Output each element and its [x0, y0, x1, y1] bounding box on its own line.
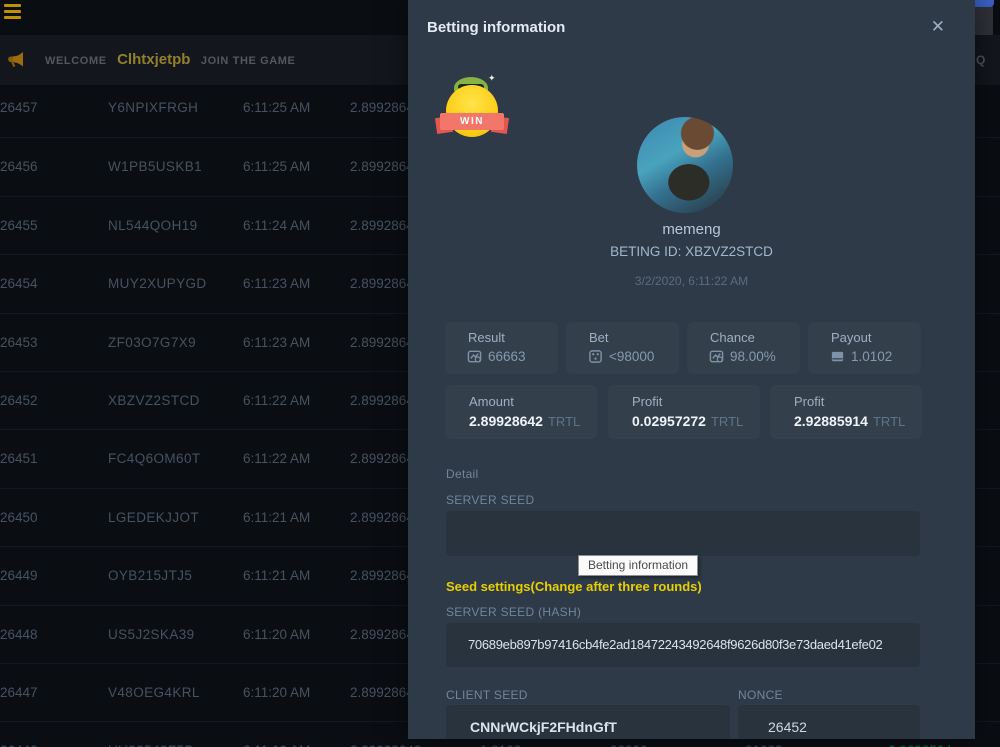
- player-cell: MUY2XUPYGD: [108, 255, 207, 313]
- time-cell: 6:11:20 AM: [243, 606, 310, 664]
- player-cell: W1PB5USKB1: [108, 138, 202, 196]
- bet-id-cell: 26447: [0, 664, 38, 722]
- server-seed-label: SERVER SEED: [446, 493, 534, 507]
- player-cell: UU22542F5B: [108, 722, 194, 747]
- bet-id-cell: 26446: [0, 722, 38, 747]
- menu-icon[interactable]: [4, 4, 21, 20]
- bet-id-cell: 26454: [0, 255, 38, 313]
- profit-value: 2.92885914: [794, 413, 868, 429]
- detail-label: Detail: [446, 467, 478, 481]
- chart-check-icon: [467, 349, 482, 364]
- stat-chance: Chance 98.00%: [687, 322, 800, 374]
- stat-label: Result: [468, 330, 505, 345]
- banner-username: Clhtxjetpb: [117, 51, 190, 68]
- win-ribbon-label: WIN: [440, 113, 504, 130]
- profit-label: Profit: [632, 394, 662, 409]
- amount-label: Amount: [469, 394, 514, 409]
- stat-value: 98.00%: [730, 349, 776, 364]
- profit-value: 0.02957272: [632, 413, 706, 429]
- time-cell: 6:11:21 AM: [243, 547, 310, 605]
- tooltip: Betting information: [578, 555, 698, 576]
- bet-id-cell: 26453: [0, 314, 38, 372]
- win-badge-icon: ✦ WIN: [438, 75, 508, 139]
- betting-information-modal: Betting information ✕ ✦ WIN memeng BETIN…: [408, 0, 975, 739]
- stat-value: 1.0102: [851, 349, 892, 364]
- server-seed-hash-label: SERVER SEED (HASH): [446, 605, 581, 619]
- player-cell: Y6NPIXFRGH: [108, 79, 198, 137]
- bet-id-cell: 26450: [0, 489, 38, 547]
- seed-settings-note: Seed settings(Change after three rounds): [446, 579, 702, 594]
- modal-title: Betting information: [427, 19, 565, 36]
- stat-result: Result 66663: [445, 322, 558, 374]
- stat-bet: Bet <98000: [566, 322, 679, 374]
- currency-label: TRTL: [711, 414, 743, 429]
- welcome-suffix: JOIN THE GAME: [201, 55, 296, 67]
- stat-label: Chance: [710, 330, 755, 345]
- total-profit-box: Profit 2.92885914 TRTL: [770, 385, 922, 439]
- bet-id-cell: 26452: [0, 372, 38, 430]
- currency-label: TRTL: [548, 414, 580, 429]
- dice-icon: [588, 349, 603, 364]
- faq-partial-text: Q: [976, 35, 985, 85]
- bet-id-cell: 26456: [0, 138, 38, 196]
- bet-id-cell: 26449: [0, 547, 38, 605]
- megaphone-icon: [6, 50, 25, 69]
- welcome-prefix: WELCOME: [45, 55, 107, 67]
- player-cell: XBZVZ2STCD: [108, 372, 200, 430]
- player-cell: FC4Q6OM60T: [108, 430, 201, 488]
- time-cell: 6:11:20 AM: [243, 664, 310, 722]
- time-cell: 6:11:25 AM: [243, 79, 310, 137]
- avatar: [637, 117, 733, 213]
- currency-label: TRTL: [873, 414, 905, 429]
- betting-id: BETING ID: XBZVZ2STCD: [408, 244, 975, 259]
- time-cell: 6:11:24 AM: [243, 197, 310, 255]
- book-icon: [830, 349, 845, 364]
- close-icon[interactable]: ✕: [931, 18, 945, 35]
- profit-box: Profit 0.02957272 TRTL: [608, 385, 760, 439]
- bet-id-cell: 26448: [0, 606, 38, 664]
- sparkle-icon: ✦: [488, 73, 496, 84]
- player-cell: NL544QOH19: [108, 197, 198, 255]
- nonce-label: NONCE: [738, 688, 783, 702]
- amount-value: 2.89928642: [469, 413, 543, 429]
- bet-timestamp: 3/2/2020, 6:11:22 AM: [408, 274, 975, 288]
- betting-app-screen: WELCOME Clhtxjetpb JOIN THE GAME Q 26457…: [0, 0, 1000, 747]
- chart-check-icon: [709, 349, 724, 364]
- time-cell: 6:11:23 AM: [243, 255, 310, 313]
- time-cell: 6:11:23 AM: [243, 314, 310, 372]
- client-seed-label: CLIENT SEED: [446, 688, 528, 702]
- time-cell: 6:11:22 AM: [243, 430, 310, 488]
- amount-box: Amount 2.89928642 TRTL: [445, 385, 597, 439]
- client-seed-field[interactable]: CNNrWCkjF2FHdnGfT: [446, 705, 730, 739]
- stat-value: 66663: [488, 349, 526, 364]
- stat-label: Payout: [831, 330, 871, 345]
- bet-id-cell: 26451: [0, 430, 38, 488]
- stat-label: Bet: [589, 330, 609, 345]
- bet-id-cell: 26457: [0, 79, 38, 137]
- bet-id-cell: 26455: [0, 197, 38, 255]
- time-cell: 6:11:22 AM: [243, 372, 310, 430]
- profit-label: Profit: [794, 394, 824, 409]
- time-cell: 6:11:21 AM: [243, 489, 310, 547]
- player-name: memeng: [408, 221, 975, 238]
- stat-payout: Payout 1.0102: [808, 322, 921, 374]
- nonce-field[interactable]: 26452: [738, 705, 920, 739]
- player-cell: US5J2SKA39: [108, 606, 195, 664]
- player-cell: OYB215JTJ5: [108, 547, 192, 605]
- player-cell: V48OEG4KRL: [108, 664, 200, 722]
- player-cell: LGEDEKJJOT: [108, 489, 199, 547]
- server-seed-field[interactable]: [446, 511, 920, 556]
- server-seed-hash-field[interactable]: 70689eb897b97416cb4fe2ad18472243492648f9…: [446, 623, 920, 667]
- time-cell: 6:11:19 AM: [243, 722, 310, 747]
- time-cell: 6:11:25 AM: [243, 138, 310, 196]
- player-cell: ZF03O7G7X9: [108, 314, 196, 372]
- stat-value: <98000: [609, 349, 654, 364]
